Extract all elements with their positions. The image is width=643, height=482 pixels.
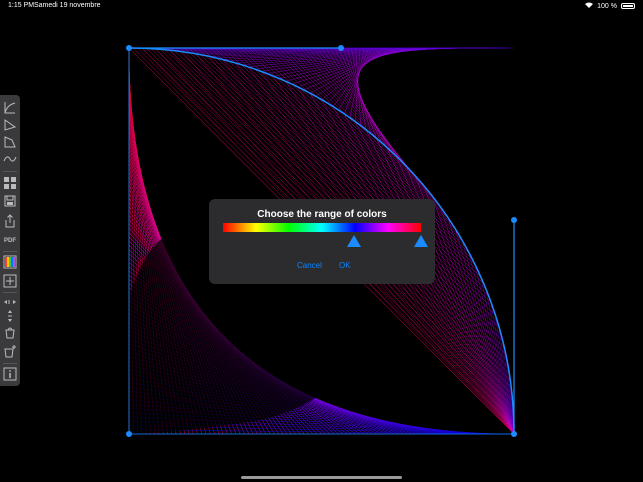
status-bar: 1:15 PM Samedi 19 novembre 100 % [0,0,643,12]
color-palette-icon[interactable] [3,255,17,269]
add-icon[interactable] [3,274,17,288]
range-start-slider[interactable] [346,235,361,247]
battery-icon [621,3,635,9]
triangle-tool-icon[interactable] [3,118,17,132]
color-spectrum-bar[interactable] [223,223,421,232]
home-indicator [241,476,402,479]
pdf-label: PDF [4,238,16,244]
control-point-handle[interactable] [511,217,517,223]
control-point-handle[interactable] [126,45,132,51]
battery-percent: 100 % [597,2,617,10]
horizontal-arrows-icon[interactable] [3,295,17,309]
status-time: 1:15 PM [8,2,35,9]
side-toolbar: PDF [0,95,20,386]
control-point-handle[interactable] [338,45,344,51]
save-icon[interactable] [3,194,17,208]
share-icon[interactable] [3,214,17,228]
vertical-arrows-icon[interactable] [3,309,17,323]
grid-icon[interactable] [3,176,17,190]
curve-tool-icon[interactable] [3,101,17,115]
quadrilateral-tool-icon[interactable] [3,135,17,149]
bucket-plus-icon[interactable] [3,344,17,358]
cancel-button[interactable]: Cancel [297,261,322,270]
status-date: Samedi 19 novembre [34,2,101,9]
bucket-icon[interactable] [3,326,17,340]
dialog-title: Choose the range of colors [257,209,387,220]
wifi-icon [585,2,594,10]
color-range-dialog: Choose the range of colors Cancel OK [209,199,435,284]
control-point-handle[interactable] [511,431,517,437]
ok-button[interactable]: OK [339,261,351,270]
control-point-handle[interactable] [126,431,132,437]
range-end-slider[interactable] [414,235,428,247]
pdf-icon[interactable]: PDF [3,234,17,248]
info-icon[interactable] [3,367,17,381]
wave-tool-icon[interactable] [3,152,17,166]
